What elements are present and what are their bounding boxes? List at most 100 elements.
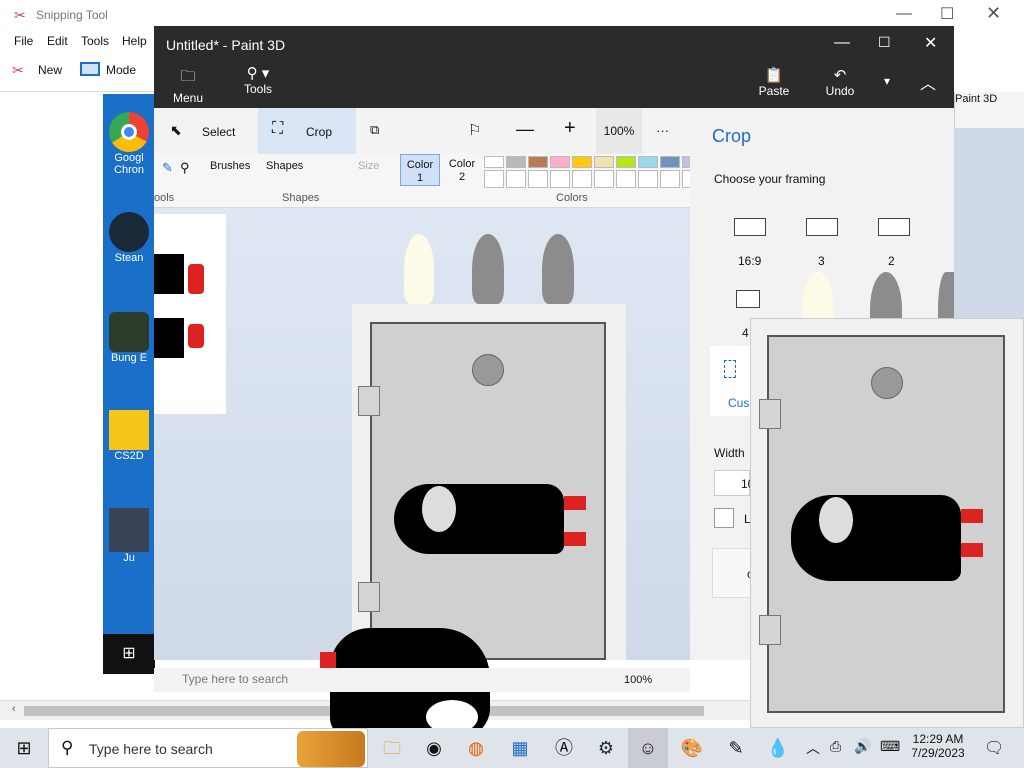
color-swatch[interactable]: [594, 156, 614, 168]
color-swatch[interactable]: [528, 156, 548, 168]
keyboard-icon[interactable]: ⌨: [880, 738, 900, 755]
empty-swatch[interactable]: [572, 170, 592, 188]
snipping-toolbar: ✂ New Mode: [0, 52, 160, 92]
door-hinge: [358, 582, 380, 612]
empty-swatch[interactable]: [484, 170, 504, 188]
paint3d-ribbon: ✎ ⚲ ools Brushes Shapes Shapes Size Colo…: [154, 154, 702, 208]
color2-button[interactable]: Color 2: [442, 158, 482, 186]
maximize-icon[interactable]: ☐: [940, 4, 954, 24]
history-dropdown-icon[interactable]: ▾: [884, 74, 890, 88]
desktop-icon-cs2d[interactable]: CS2D: [103, 410, 155, 462]
desktop-icon-chrome[interactable]: Googl Chron: [103, 112, 155, 176]
color-swatch[interactable]: [506, 156, 526, 168]
tray-chevron-icon[interactable]: ︿: [806, 738, 820, 758]
chrome-icon: [109, 112, 149, 152]
color-swatch[interactable]: [638, 156, 658, 168]
snipping-tool-icon: ✂: [14, 7, 26, 23]
color-swatch[interactable]: [550, 156, 570, 168]
color-swatch[interactable]: [616, 156, 636, 168]
crop-tool[interactable]: ⛶ Crop: [258, 108, 356, 154]
network-icon[interactable]: ⎙: [830, 738, 841, 755]
crop-icon: ⛶: [272, 120, 284, 137]
frame-3-icon[interactable]: [806, 218, 838, 236]
empty-swatch[interactable]: [638, 170, 658, 188]
lock-checkbox[interactable]: [714, 508, 734, 528]
menu-file[interactable]: File: [14, 34, 33, 48]
close-icon[interactable]: ✕: [924, 33, 937, 53]
ju-icon: [109, 508, 149, 552]
desktop-icon-bung[interactable]: Bung E: [103, 312, 155, 364]
zoom-in-icon[interactable]: +: [564, 117, 576, 140]
steam-icon: [109, 212, 149, 252]
file-explorer-icon[interactable]: 🗀: [372, 728, 412, 768]
pasted-image[interactable]: [154, 214, 226, 414]
width-field[interactable]: 10: [714, 470, 754, 496]
empty-swatch[interactable]: [506, 170, 526, 188]
frame-16-9-icon[interactable]: [734, 218, 766, 236]
done-button[interactable]: c: [712, 548, 753, 598]
notification-icon[interactable]: 🗨: [984, 738, 1004, 758]
new-button[interactable]: New: [38, 63, 62, 77]
paint-palette-icon[interactable]: 🎨: [672, 728, 712, 768]
minimize-icon[interactable]: —: [834, 34, 850, 52]
magnifier-icon[interactable]: ⚲: [180, 160, 190, 176]
start-icon[interactable]: ⊞: [4, 728, 44, 768]
color-swatch[interactable]: [660, 156, 680, 168]
scroll-left-icon[interactable]: ‹: [12, 703, 16, 715]
maximize-icon[interactable]: ☐: [878, 34, 891, 51]
ghost-search-text: Type here to search: [182, 672, 289, 686]
zoom-out-icon[interactable]: —: [516, 119, 534, 140]
select-tool[interactable]: Select: [202, 125, 235, 139]
empty-swatch[interactable]: [660, 170, 680, 188]
frame-2-icon[interactable]: [878, 218, 910, 236]
close-icon[interactable]: ✕: [986, 3, 1001, 24]
more-options-icon[interactable]: ···: [656, 123, 669, 138]
empty-swatch[interactable]: [550, 170, 570, 188]
color-swatch[interactable]: [572, 156, 592, 168]
menu-button[interactable]: 🗀 Menu: [170, 66, 206, 105]
mode-button[interactable]: Mode: [106, 63, 136, 77]
flip-icon[interactable]: ⚐: [468, 121, 481, 139]
minimize-icon[interactable]: —: [896, 5, 912, 23]
color1-button[interactable]: Color 1: [400, 154, 440, 186]
desktop-icon-ju[interactable]: Ju: [103, 508, 155, 564]
tools-button[interactable]: ⚲ ▾ Tools: [240, 64, 276, 96]
collapse-icon[interactable]: ︿: [920, 70, 936, 94]
size-button[interactable]: Size: [358, 160, 379, 172]
frame-4-icon[interactable]: [736, 290, 760, 308]
shapes-button[interactable]: Shapes: [266, 160, 303, 172]
undo-button[interactable]: ↶ Undo: [822, 66, 858, 98]
paint3d-icon[interactable]: ✎: [716, 728, 756, 768]
paste-button[interactable]: 📋 Paste: [756, 66, 792, 98]
empty-swatch[interactable]: [616, 170, 636, 188]
clock[interactable]: 12:29 AM 7/29/2023: [906, 732, 970, 760]
app-a-icon[interactable]: Ⓐ: [544, 728, 584, 768]
taskbar-search[interactable]: ⚲ Type here to search: [48, 728, 368, 768]
empty-swatch[interactable]: [594, 170, 614, 188]
desktop-icon-steam[interactable]: Stean: [103, 212, 155, 264]
store-icon[interactable]: ▦: [500, 728, 540, 768]
volume-icon[interactable]: 🔊: [854, 738, 871, 755]
empty-swatch[interactable]: [528, 170, 548, 188]
white-oval: [817, 495, 855, 545]
magic-select-icon[interactable]: ⧉: [370, 122, 379, 138]
door-image[interactable]: [352, 304, 626, 660]
brushes-button[interactable]: Brushes: [210, 160, 250, 172]
firefox-icon[interactable]: ◍: [456, 728, 496, 768]
paint-character-icon[interactable]: ☺: [628, 728, 668, 768]
zoom-level[interactable]: 100%: [596, 108, 642, 154]
door-peephole: [472, 354, 504, 386]
eyedropper-icon[interactable]: ✎: [162, 160, 173, 176]
droplet-icon[interactable]: 💧: [758, 728, 798, 768]
door-panel: [767, 335, 1005, 713]
door-hinge: [358, 386, 380, 416]
color-swatch[interactable]: [484, 156, 504, 168]
chrome-icon[interactable]: ◉: [414, 728, 454, 768]
custom-frame-button[interactable]: Cus: [710, 346, 750, 416]
desktop-strip: Googl Chron Stean Bung E CS2D Ju ⊞: [103, 94, 155, 674]
menu-edit[interactable]: Edit: [47, 34, 68, 48]
menu-tools[interactable]: Tools: [81, 34, 109, 48]
steam-icon[interactable]: ⚙: [586, 728, 626, 768]
menu-help[interactable]: Help: [122, 34, 147, 48]
windows-start-icon[interactable]: ⊞: [103, 634, 155, 674]
